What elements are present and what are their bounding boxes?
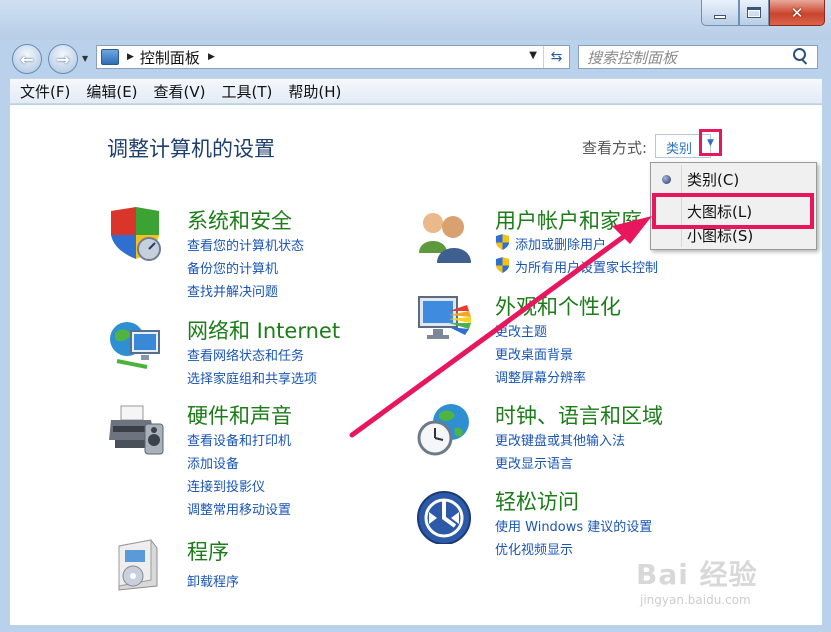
link-windows-recommended-settings[interactable]: 使用 Windows 建议的设置 [495,516,652,535]
close-icon: ✕ [790,3,804,22]
category-title-hardware[interactable]: 硬件和声音 [187,400,292,430]
link-view-computer-status[interactable]: 查看您的计算机状态 [187,235,304,254]
close-button[interactable]: ✕ [769,0,825,26]
view-by-label: 查看方式: [582,139,648,157]
printer-icon[interactable] [107,400,165,458]
link-troubleshoot[interactable]: 查找并解决问题 [187,281,278,300]
recent-pages-dropdown-icon[interactable]: ▼ [82,54,88,63]
watermark-url: jingyan.baidu.com [640,593,751,607]
link-network-status[interactable]: 查看网络状态和任务 [187,345,304,364]
network-globe-icon[interactable] [107,315,165,373]
menu-bar: 文件(F) 编辑(E) 查看(V) 工具(T) 帮助(H) [10,78,822,104]
monitor-palette-icon[interactable] [415,291,473,349]
title-bar: ✕ [0,0,831,40]
address-dropdown-icon[interactable]: ▼ [529,50,537,61]
baidu-watermark: Bai 经验 jingyan.baidu.com [636,545,796,615]
link-add-remove-users-label: 添加或删除用户 [515,238,607,253]
uac-shield-icon [495,234,510,250]
breadcrumb-separator-icon[interactable]: ▶ [127,52,134,62]
menu-tools[interactable]: 工具(T) [222,81,273,102]
category-title-network[interactable]: 网络和 Internet [187,315,340,345]
security-shield-icon[interactable] [107,205,165,263]
link-homegroup-sharing[interactable]: 选择家庭组和共享选项 [187,368,317,387]
clock-globe-icon[interactable] [415,400,473,458]
chevron-down-icon: ▼ [707,137,714,148]
menu-view[interactable]: 查看(V) [154,81,206,102]
window-controls: ✕ [701,0,825,26]
minimize-button[interactable] [701,0,739,26]
link-add-remove-users[interactable]: 添加或删除用户 [495,234,606,253]
link-change-display-language[interactable]: 更改显示语言 [495,453,573,472]
breadcrumb-chevron-icon[interactable]: ▶ [208,52,215,62]
search-placeholder: 搜索控制面板 [587,48,678,67]
control-panel-icon [101,49,119,65]
category-title-programs[interactable]: 程序 [187,536,229,566]
link-devices-printers[interactable]: 查看设备和打印机 [187,430,291,449]
link-change-keyboard[interactable]: 更改键盘或其他输入法 [495,430,625,449]
search-input[interactable]: 搜索控制面板 [578,45,818,69]
refresh-icon: ⇆ [550,49,563,65]
search-icon[interactable] [791,47,811,67]
page-title: 调整计算机的设置 [107,137,275,161]
category-title-clock[interactable]: 时钟、语言和区域 [495,400,663,430]
ease-of-access-icon[interactable] [415,486,473,544]
category-title-system[interactable]: 系统和安全 [187,205,292,235]
link-change-theme[interactable]: 更改主题 [495,321,547,340]
link-connect-projector[interactable]: 连接到投影仪 [187,476,265,495]
link-change-desktop-background[interactable]: 更改桌面背景 [495,344,573,363]
navigation-bar: ← → ▼ ▶ 控制面板 ▶ ▼ ⇆ 搜索控制面板 [0,40,831,76]
link-screen-resolution[interactable]: 调整屏幕分辨率 [495,367,586,386]
back-arrow-icon: ← [20,49,34,69]
forward-button[interactable]: → [48,44,78,74]
users-icon[interactable] [415,205,473,263]
forward-arrow-icon: → [56,49,70,69]
large-icons-highlight [652,193,814,229]
link-backup-computer[interactable]: 备份您的计算机 [187,258,278,277]
radio-selected-icon [662,175,671,184]
link-optimize-video[interactable]: 优化视频显示 [495,539,573,558]
link-add-device[interactable]: 添加设备 [187,453,239,472]
back-button[interactable]: ← [12,44,42,74]
category-title-appearance[interactable]: 外观和个性化 [495,291,621,321]
menu-edit[interactable]: 编辑(E) [86,81,137,102]
view-by-dropdown-button[interactable]: ▼ [699,129,722,156]
link-uninstall-program[interactable]: 卸载程序 [187,571,239,590]
category-title-users[interactable]: 用户帐户和家庭 [495,205,642,235]
minimize-icon [714,14,726,19]
link-parental-controls-label: 为所有用户设置家长控制 [515,261,659,276]
link-mobility-settings[interactable]: 调整常用移动设置 [187,499,291,518]
maximize-icon [747,7,761,18]
menu-help[interactable]: 帮助(H) [288,81,341,102]
uac-shield-icon [495,257,510,273]
address-bar[interactable]: ▶ 控制面板 ▶ ▼ ⇆ [96,45,570,69]
maximize-button[interactable] [739,0,769,26]
breadcrumb-control-panel[interactable]: 控制面板 [140,47,200,68]
link-parental-controls[interactable]: 为所有用户设置家长控制 [495,257,658,276]
watermark-brand: Bai 经验 [636,558,758,591]
category-title-ease[interactable]: 轻松访问 [495,486,579,516]
refresh-button[interactable]: ⇆ [543,46,569,68]
menu-file[interactable]: 文件(F) [20,81,70,102]
programs-box-icon[interactable] [107,536,165,594]
menu-item-category[interactable]: 类别(C) [687,169,739,190]
